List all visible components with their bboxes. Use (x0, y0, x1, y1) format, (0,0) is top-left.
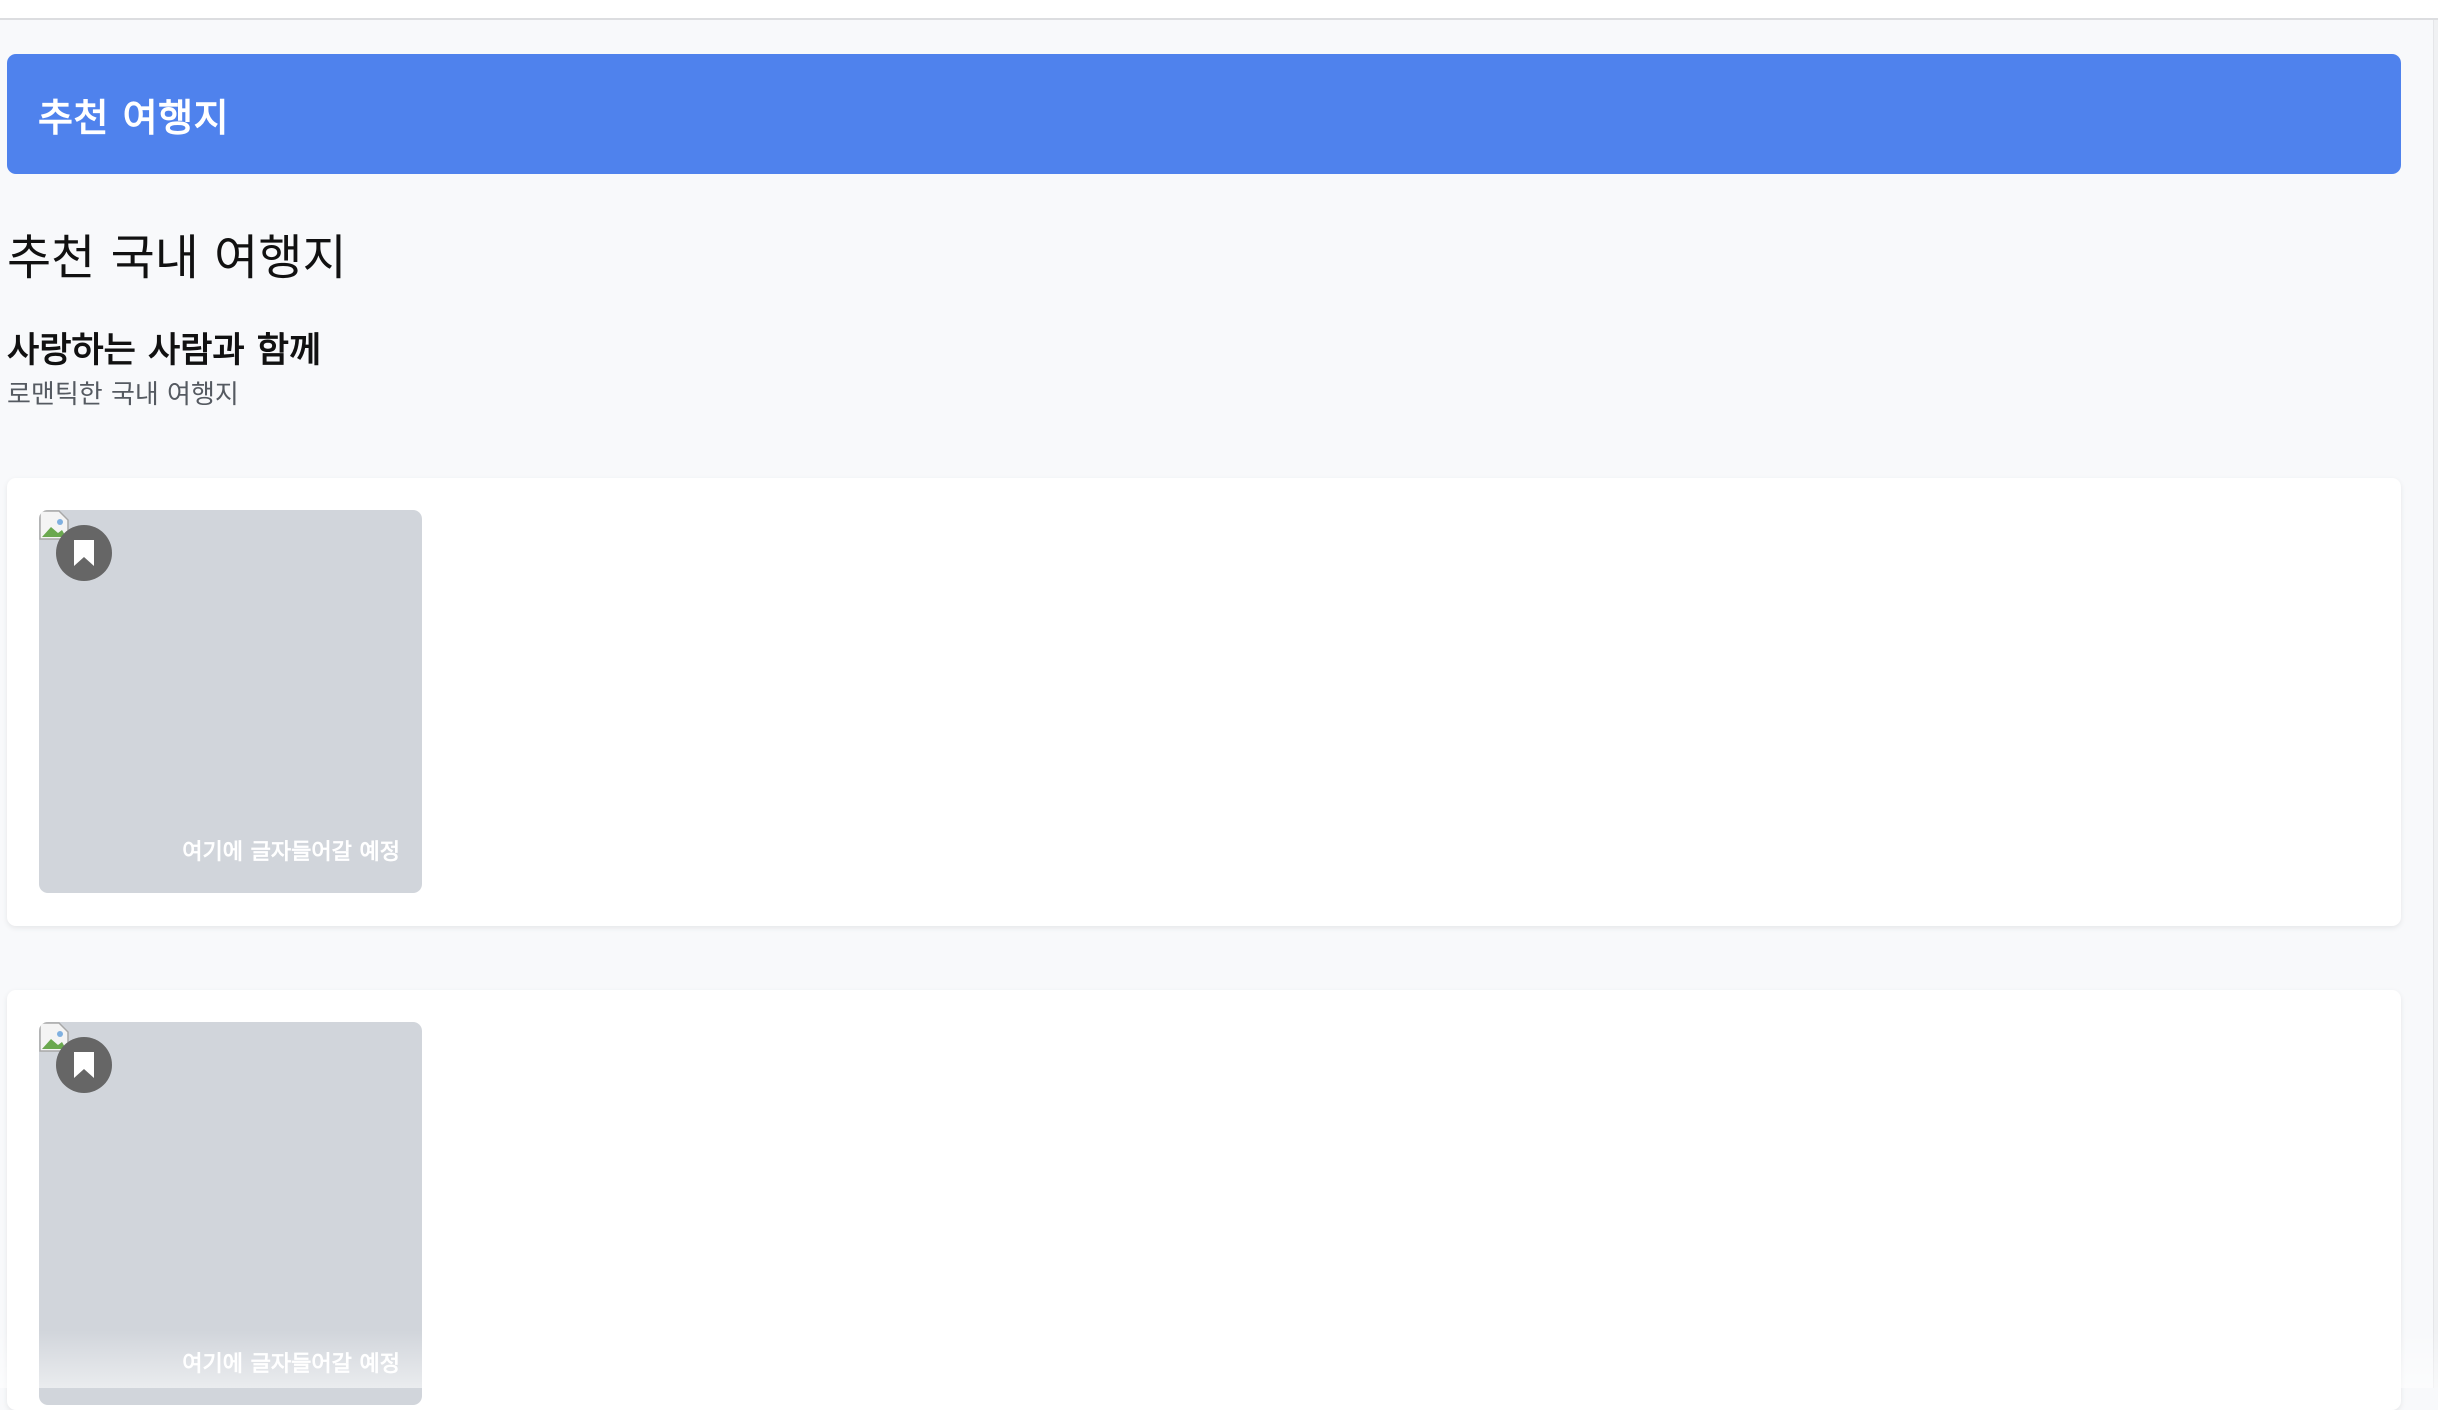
bookmark-button[interactable] (56, 1037, 112, 1093)
card-caption: 여기에 글자들어갈 예정 (182, 1352, 400, 1377)
group-title: 사랑하는 사람과 함께 (7, 331, 322, 371)
place-card[interactable]: 여기에 글자들어갈 예정 (39, 510, 422, 893)
bookmark-icon (74, 540, 94, 566)
header-title: 추천 여행지 (38, 95, 230, 140)
browser-top-bar (0, 0, 2438, 20)
card-panel: 여기에 글자들어갈 예정 (7, 478, 2401, 926)
scrollbar[interactable] (2433, 20, 2438, 1388)
card-caption: 여기에 글자들어갈 예정 (182, 840, 400, 865)
place-card[interactable]: 여기에 글자들어갈 예정 (39, 1022, 422, 1405)
bookmark-icon (74, 1052, 94, 1078)
card-panel: 여기에 글자들어갈 예정 (7, 990, 2401, 1410)
section-title: 추천 국내 여행지 (7, 230, 347, 286)
group-subtitle: 로맨틱한 국내 여행지 (7, 380, 239, 410)
page-header: 추천 여행지 (7, 54, 2401, 174)
bookmark-button[interactable] (56, 525, 112, 581)
